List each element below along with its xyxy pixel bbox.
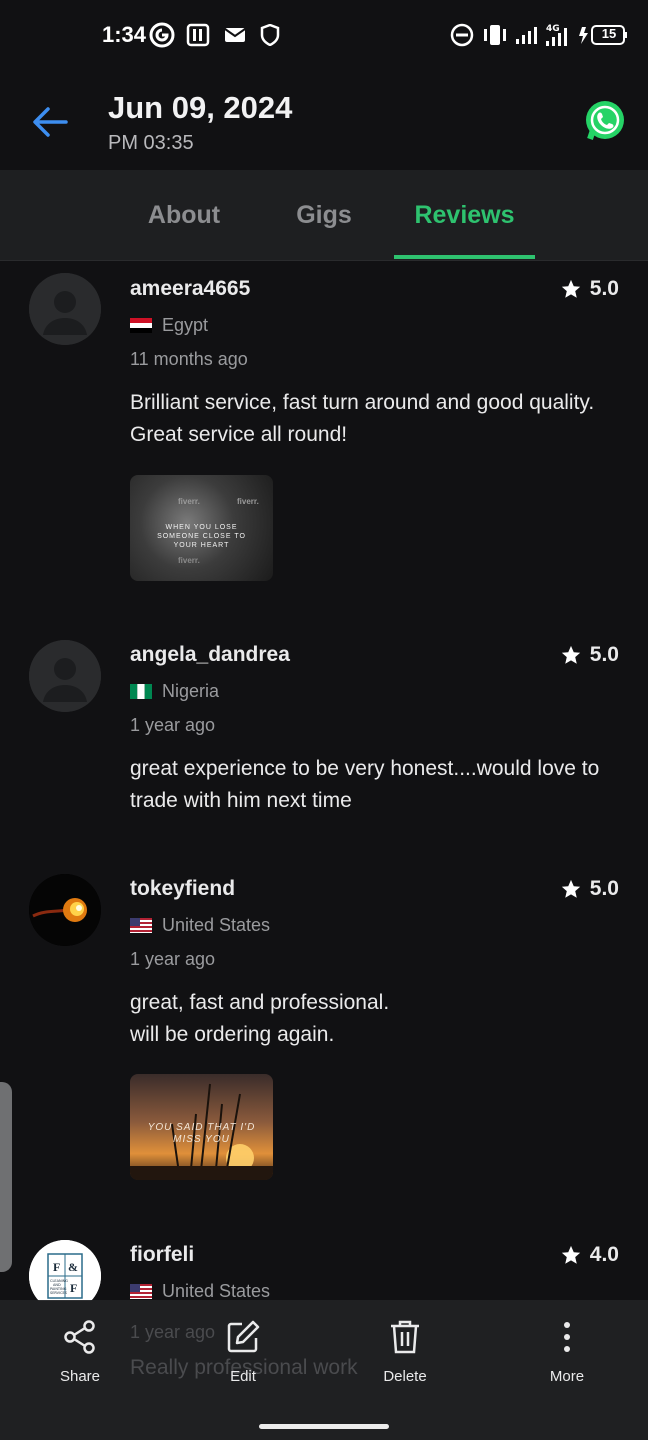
review-time: 11 months ago [130, 349, 248, 369]
review-text: Brilliant service, fast turn around and … [130, 391, 595, 446]
star-icon [561, 645, 580, 664]
svg-text:F: F [53, 1260, 60, 1274]
review-attachment-thumbnail[interactable]: YOU SAID THAT I'D MISS YOU [130, 1074, 273, 1180]
review-country: United States [130, 1281, 270, 1301]
review-username[interactable]: tokeyfiend [130, 877, 235, 901]
review-rating: 4.0 [560, 1243, 619, 1267]
review-rating: 5.0 [560, 277, 619, 301]
status-time: 1:34 [102, 22, 147, 47]
fire-avatar-image [29, 874, 101, 946]
company-logo-avatar: F & F CLEANING AND PAINTING SERVICES [29, 1240, 101, 1301]
signal-icon [514, 22, 540, 48]
review-text: great, fast and professional. will be or… [130, 991, 390, 1046]
nigeria-flag-icon [130, 684, 152, 699]
mail-notification-icon [224, 22, 246, 48]
review-text: great experience to be very honest....wo… [130, 757, 600, 812]
star-icon [561, 279, 580, 298]
edit-button[interactable]: Edit [188, 1318, 298, 1385]
page-subtitle: PM 03:35 [108, 132, 194, 154]
review-attachment-thumbnail[interactable]: fiverr. fiverr. fiverr. WHEN YOU LOSE SO… [130, 475, 273, 581]
active-tab-indicator [394, 255, 535, 259]
app-header: Jun 09, 2024 PM 03:35 [0, 72, 648, 170]
page-title: Jun 09, 2024 [108, 90, 293, 125]
review-username[interactable]: fiorfeli [130, 1243, 194, 1267]
svg-text:4G: 4G [546, 24, 560, 34]
rating-value: 5.0 [589, 877, 619, 900]
app-notification-icon [148, 22, 176, 48]
default-user-icon [29, 273, 101, 345]
rating-value: 5.0 [589, 277, 619, 300]
review-country: United States [130, 915, 270, 936]
status-bar: 1:34 4G 15 [0, 0, 648, 72]
vibrate-icon [482, 22, 508, 48]
rating-value: 4.0 [589, 1243, 619, 1266]
arrow-left-icon [33, 107, 68, 137]
attachment-caption: YOU SAID THAT I'D MISS YOU [147, 1122, 256, 1145]
share-button[interactable]: Share [25, 1318, 135, 1385]
home-indicator[interactable] [259, 1424, 389, 1429]
review-time: 1 year ago [130, 715, 216, 735]
svg-text:&: & [68, 1260, 78, 1274]
share-icon [64, 1320, 95, 1354]
tab-about[interactable]: About [114, 170, 254, 260]
trash-icon [391, 1320, 419, 1354]
usa-flag-icon [130, 918, 152, 933]
bottom-action-bar: 1 year ago Really professional work Shar… [0, 1300, 648, 1440]
shield-icon [260, 22, 280, 48]
egypt-flag-icon [130, 318, 152, 333]
back-button[interactable] [26, 100, 74, 144]
reviews-list[interactable]: ameera4665 5.0 Egypt 11 months ago Brill… [0, 261, 648, 1301]
default-user-icon [29, 640, 101, 712]
review-country: Egypt [130, 315, 208, 336]
review-rating: 5.0 [560, 643, 619, 667]
svg-text:SERVICES: SERVICES [50, 1291, 68, 1295]
svg-text:F: F [70, 1281, 77, 1295]
star-icon [561, 879, 580, 898]
tab-bar: About Gigs Reviews [0, 170, 648, 261]
rating-value: 5.0 [589, 643, 619, 666]
avatar[interactable] [29, 874, 101, 946]
review-time: 1 year ago [130, 949, 216, 969]
tab-reviews[interactable]: Reviews [394, 170, 535, 260]
battery-level: 15 [601, 26, 617, 41]
avatar[interactable]: F & F CLEANING AND PAINTING SERVICES [29, 1240, 101, 1301]
side-panel-handle[interactable] [0, 1082, 12, 1272]
review-country: Nigeria [130, 681, 219, 702]
signal-4g-icon: 4G [544, 22, 574, 48]
paytm-notification-icon [186, 22, 210, 48]
avatar[interactable] [29, 273, 101, 345]
review-username[interactable]: ameera4665 [130, 277, 250, 301]
attachment-caption: WHEN YOU LOSE SOMEONE CLOSE TO YOUR HEAR… [157, 524, 246, 549]
whatsapp-icon [586, 101, 624, 140]
avatar[interactable] [29, 640, 101, 712]
review-username[interactable]: angela_dandrea [130, 643, 290, 667]
delete-button[interactable]: Delete [350, 1318, 460, 1385]
battery-icon: 15 [578, 22, 628, 48]
usa-flag-icon [130, 1284, 152, 1299]
more-vertical-icon [564, 1322, 570, 1352]
edit-icon [227, 1320, 260, 1353]
tab-gigs[interactable]: Gigs [254, 170, 394, 260]
do-not-disturb-icon [450, 22, 474, 48]
more-button[interactable]: More [512, 1318, 622, 1385]
whatsapp-button[interactable] [583, 99, 627, 143]
star-icon [561, 1245, 580, 1264]
review-rating: 5.0 [560, 877, 619, 901]
